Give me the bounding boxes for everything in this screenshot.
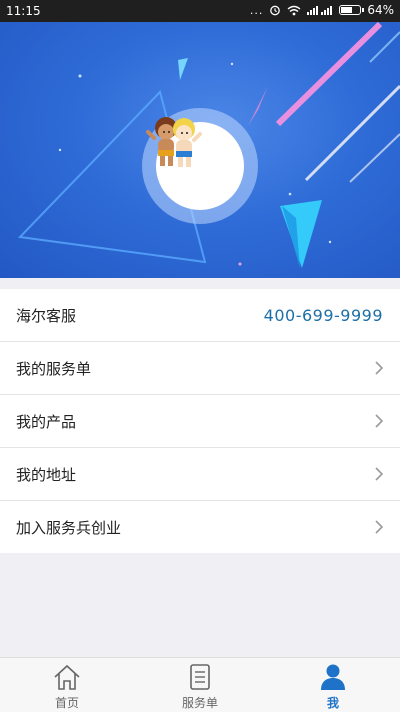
menu-item-label: 我的服务单: [16, 359, 92, 378]
person-icon: [321, 664, 345, 690]
tab-label: 首页: [54, 696, 79, 710]
chevron-right-icon: [375, 467, 384, 481]
document-icon: [190, 664, 210, 690]
menu-item-join-service[interactable]: 加入服务兵创业: [0, 501, 400, 553]
signal-icon: [307, 5, 333, 15]
menu-item-label: 我的地址: [16, 465, 77, 484]
menu-item-service-orders[interactable]: 我的服务单: [0, 342, 400, 395]
tab-label: 服务单: [181, 696, 218, 710]
customer-service-row[interactable]: 海尔客服 400-699-9999: [0, 289, 400, 342]
profile-header: [0, 22, 400, 278]
chevron-right-icon: [375, 414, 384, 428]
home-icon: [54, 664, 80, 690]
avatar-ring[interactable]: [142, 108, 258, 224]
tab-service-orders[interactable]: 服务单: [133, 658, 267, 712]
menu-item-label: 加入服务兵创业: [16, 518, 122, 537]
tab-me[interactable]: 我: [266, 658, 400, 712]
bottom-tab-bar: 首页 服务单 我: [0, 657, 400, 712]
tab-label: 我: [326, 696, 339, 710]
wifi-icon: [287, 5, 301, 15]
alarm-icon: [270, 5, 281, 16]
cartoon-mascot-avatar-icon: [146, 117, 202, 167]
menu-list: 海尔客服 400-699-9999 我的服务单 我的产品 我的地址 加入服务兵创…: [0, 289, 400, 553]
status-time: 11:15: [6, 4, 41, 18]
notification-dots: ...: [249, 3, 264, 17]
menu-item-label: 我的产品: [16, 412, 77, 431]
chevron-right-icon: [375, 520, 384, 534]
battery-percent: 64%: [367, 3, 394, 17]
hotline-number[interactable]: 400-699-9999: [264, 306, 383, 325]
status-indicators: ... 64%: [250, 3, 394, 17]
menu-item-products[interactable]: 我的产品: [0, 395, 400, 448]
battery-icon: [339, 5, 365, 15]
status-bar: 11:15 ... 64%: [0, 0, 400, 22]
menu-item-addresses[interactable]: 我的地址: [0, 448, 400, 501]
tab-home[interactable]: 首页: [0, 658, 134, 712]
chevron-right-icon: [375, 361, 384, 375]
avatar[interactable]: [146, 117, 244, 210]
menu-item-label: 海尔客服: [16, 306, 77, 325]
